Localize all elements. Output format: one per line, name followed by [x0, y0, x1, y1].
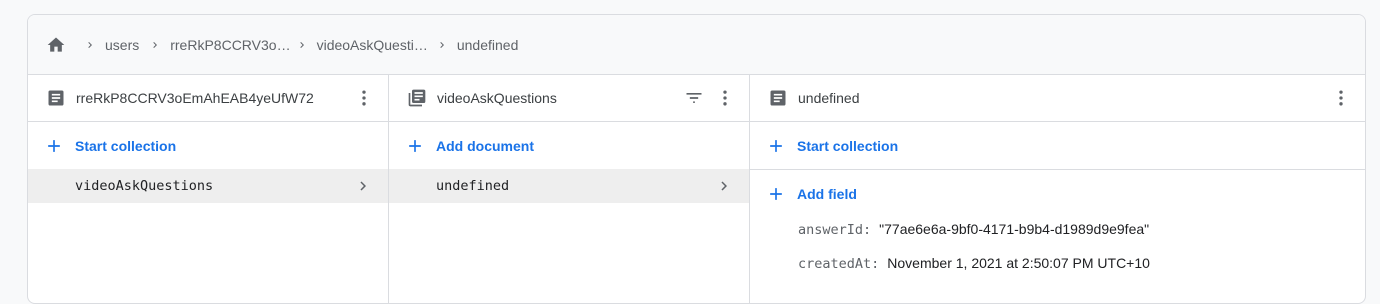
plus-icon — [766, 136, 786, 156]
field-key: createdAt: — [798, 256, 880, 272]
chevron-right-icon — [715, 177, 733, 195]
breadcrumb: users rreRkP8CCRV3o… videoAskQuesti… und… — [28, 15, 1365, 75]
more-vert-icon[interactable] — [1331, 88, 1351, 108]
collection-column: videoAskQuestions Add document undefined — [389, 75, 750, 303]
breadcrumb-item-document[interactable]: undefined — [457, 37, 519, 53]
add-document-button[interactable]: Add document — [389, 122, 749, 169]
field-row[interactable]: createdAt: November 1, 2021 at 2:50:07 P… — [750, 255, 1365, 289]
chevron-right-icon — [144, 39, 166, 51]
breadcrumb-item-collection[interactable]: videoAskQuesti… — [317, 37, 428, 53]
column-header: rreRkP8CCRV3oEmAhEAB4yeUfW72 — [28, 75, 388, 122]
list-item-label: undefined — [436, 178, 510, 194]
field-row[interactable]: answerId: "77ae6e6a-9bf0-4171-b9b4-d1989… — [750, 221, 1365, 255]
add-field-button[interactable]: Add field — [750, 170, 1365, 217]
plus-icon — [766, 184, 786, 204]
breadcrumb-item-user-doc[interactable]: rreRkP8CCRV3o… — [170, 37, 290, 53]
chevron-right-icon — [79, 39, 101, 51]
document-detail-column: undefined Start collection Add field ans… — [750, 75, 1365, 303]
column-title: undefined — [798, 90, 860, 106]
breadcrumb-item-users[interactable]: users — [105, 37, 139, 53]
home-icon[interactable] — [45, 35, 67, 55]
start-collection-button[interactable]: Start collection — [28, 122, 388, 169]
chevron-right-icon — [431, 39, 453, 51]
document-icon — [46, 88, 66, 108]
list-item-label: videoAskQuestions — [75, 178, 214, 194]
document-column: rreRkP8CCRV3oEmAhEAB4yeUfW72 Start colle… — [28, 75, 389, 303]
filter-icon[interactable] — [683, 88, 705, 108]
column-title: rreRkP8CCRV3oEmAhEAB4yeUfW72 — [76, 90, 314, 106]
list-item[interactable]: undefined — [389, 169, 749, 203]
column-title: videoAskQuestions — [437, 90, 557, 106]
add-document-label: Add document — [436, 137, 534, 154]
column-header: undefined — [750, 75, 1365, 122]
chevron-right-icon — [354, 177, 372, 195]
collection-icon — [407, 88, 427, 108]
plus-icon — [405, 136, 425, 156]
document-icon — [768, 88, 788, 108]
add-field-label: Add field — [797, 185, 857, 202]
field-value: November 1, 2021 at 2:50:07 PM UTC+10 — [887, 255, 1150, 271]
start-collection-button[interactable]: Start collection — [750, 122, 1365, 169]
list-item[interactable]: videoAskQuestions — [28, 169, 388, 203]
column-header: videoAskQuestions — [389, 75, 749, 122]
plus-icon — [44, 136, 64, 156]
data-columns: rreRkP8CCRV3oEmAhEAB4yeUfW72 Start colle… — [28, 75, 1365, 303]
more-vert-icon[interactable] — [715, 88, 735, 108]
field-value: "77ae6e6a-9bf0-4171-b9b4-d1989d9e9fea" — [879, 221, 1150, 237]
more-vert-icon[interactable] — [354, 88, 374, 108]
start-collection-label: Start collection — [797, 137, 899, 154]
start-collection-label: Start collection — [75, 137, 177, 154]
chevron-right-icon — [291, 39, 313, 51]
field-key: answerId: — [798, 222, 872, 238]
firestore-panel: users rreRkP8CCRV3o… videoAskQuesti… und… — [27, 14, 1366, 304]
